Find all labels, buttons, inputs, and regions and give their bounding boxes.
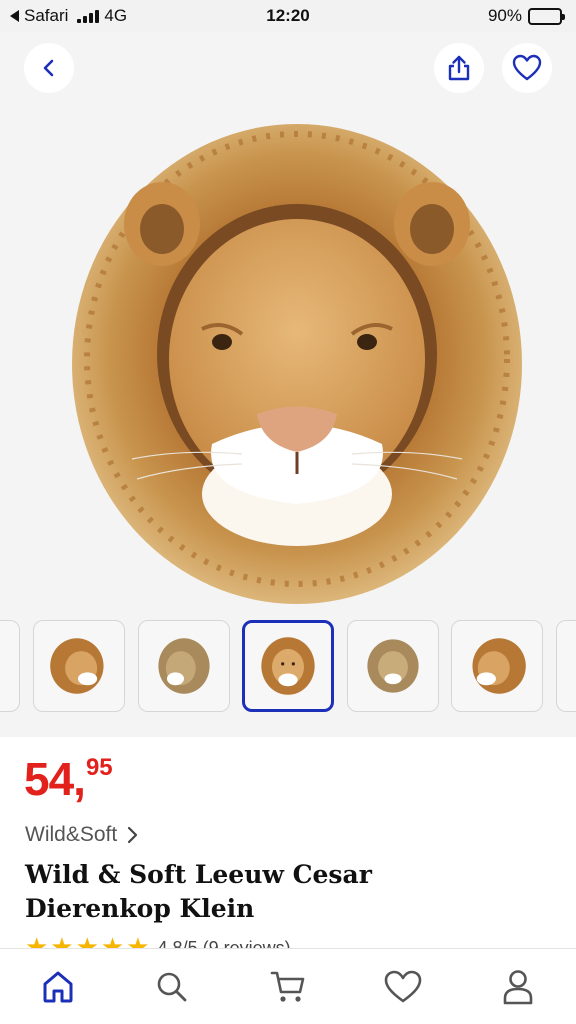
- nav-account[interactable]: [496, 965, 540, 1009]
- user-icon: [503, 970, 533, 1005]
- thumbnail-0[interactable]: [0, 620, 20, 712]
- product-image[interactable]: [62, 114, 532, 609]
- cart-icon: [270, 971, 305, 1002]
- search-icon: [157, 972, 187, 1002]
- price-cents: 95: [85, 754, 113, 781]
- product-title-line2: Dierenkop Klein: [25, 894, 255, 923]
- product-price: 54,95: [24, 752, 113, 806]
- nav-search[interactable]: [150, 965, 194, 1009]
- nav-home[interactable]: [36, 965, 80, 1009]
- price-whole: 54,: [24, 753, 86, 805]
- thumbnail-5[interactable]: [451, 620, 543, 712]
- chevron-right-icon: [128, 826, 138, 844]
- thumbnail-image: [158, 638, 210, 694]
- thumbnail-6[interactable]: [556, 620, 576, 712]
- share-icon: [448, 55, 470, 81]
- chevron-left-icon: [43, 59, 54, 77]
- thumbnail-strip: [0, 620, 576, 712]
- brand-label: Wild&Soft: [25, 823, 118, 846]
- heart-icon: [512, 54, 542, 81]
- home-icon: [43, 971, 73, 1003]
- share-button[interactable]: [434, 43, 484, 93]
- favorite-button[interactable]: [502, 43, 552, 93]
- battery-percent: 90%: [487, 6, 522, 25]
- thumbnail-image: [50, 638, 104, 694]
- nav-favorites[interactable]: [381, 965, 425, 1009]
- status-bar: Safari 4G 12:20 90%: [0, 0, 576, 32]
- battery-icon: [528, 7, 565, 25]
- product-title-line1: Wild & Soft Leeuw Cesar: [25, 860, 372, 889]
- thumbnail-4[interactable]: [347, 620, 439, 712]
- heart-icon: [384, 970, 422, 1003]
- thumbnail-image: [0, 636, 4, 696]
- bottom-nav: [0, 948, 576, 1024]
- thumbnail-1[interactable]: [33, 620, 125, 712]
- status-right: 90%: [487, 6, 565, 26]
- thumbnail-2[interactable]: [138, 620, 230, 712]
- thumbnail-image: [261, 637, 315, 695]
- thumbnail-image: [367, 639, 419, 693]
- brand-link[interactable]: Wild&Soft: [25, 823, 139, 847]
- product-gallery: [0, 32, 576, 737]
- thumbnail-image: [472, 638, 526, 694]
- product-title: Wild & Soft Leeuw Cesar Dierenkop Klein: [25, 858, 545, 926]
- thumbnail-3-selected[interactable]: [242, 620, 334, 712]
- back-button[interactable]: [24, 43, 74, 93]
- nav-cart[interactable]: [266, 965, 310, 1009]
